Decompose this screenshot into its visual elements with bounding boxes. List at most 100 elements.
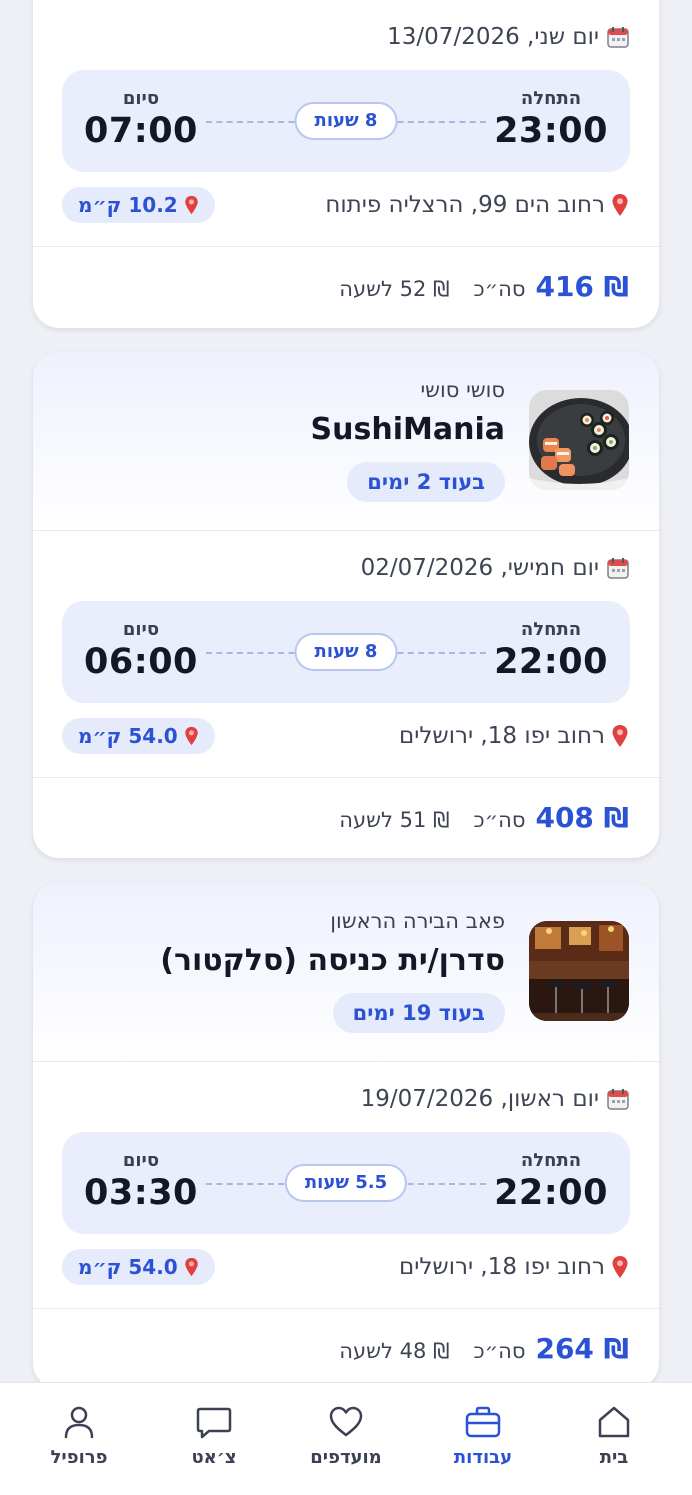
job-card[interactable]: פאב הבירה הראשון סדרן/ית כניסה (סלקטור) … [33, 883, 659, 1389]
job-date: יום חמישי, 02/07/2026 [361, 555, 629, 581]
start-label: התחלה [520, 88, 582, 109]
divider [33, 246, 659, 247]
total-pay: ₪ 264 [535, 1332, 629, 1365]
job-address: רחוב הים 99, הרצליה פיתוח [325, 192, 629, 218]
job-date: יום שני, 13/07/2026 [387, 24, 629, 50]
distance-badge: 10.2 ק״מ [62, 187, 215, 223]
job-card[interactable]: סושי סושי SushiMania בעוד 2 ימים יום חמי… [33, 352, 659, 858]
distance-text: 54.0 ק״מ [78, 1255, 178, 1279]
start-time: 23:00 [494, 111, 608, 151]
location-pin-icon [184, 195, 198, 215]
job-date: יום ראשון, 19/07/2026 [361, 1086, 629, 1112]
pay-summary: ₪ 264 סה״כ ₪ 48 לשעה [339, 1332, 629, 1365]
briefcase-icon [465, 1406, 501, 1438]
job-title: SushiMania [310, 412, 505, 447]
jobs-list[interactable]: יום שני, 13/07/2026 התחלה 23:00 8 שעות ס… [0, 0, 692, 1494]
end-time: 03:30 [84, 1173, 198, 1213]
end-time: 06:00 [84, 642, 198, 682]
job-address-text: רחוב הים 99, הרצליה פיתוח [325, 192, 605, 218]
divider [33, 777, 659, 778]
job-date-text: יום ראשון, 19/07/2026 [360, 1086, 599, 1112]
total-pay: ₪ 408 [535, 801, 629, 834]
pay-summary: ₪ 416 סה״כ ₪ 52 לשעה [339, 270, 629, 303]
end-label: סיום [122, 619, 160, 640]
shift-start: התחלה 23:00 [494, 88, 608, 151]
job-card-header: סושי סושי SushiMania בעוד 2 ימים [33, 352, 659, 531]
start-time: 22:00 [494, 1173, 608, 1213]
shift-time-box: התחלה 22:00 8 שעות סיום 06:00 [62, 601, 630, 703]
job-address-text: רחוב יפו 18, ירושלים [398, 1254, 605, 1280]
location-pin-icon [612, 725, 628, 747]
total-amount: 264 [535, 1332, 594, 1365]
tab-profile[interactable]: פרופיל [19, 1405, 139, 1468]
end-label: סיום [122, 88, 160, 109]
profile-icon [64, 1406, 94, 1439]
total-pay: ₪ 416 [535, 270, 629, 303]
hourly-rate-text: 52 לשעה [339, 277, 427, 301]
total-label: סה״כ [473, 277, 526, 301]
job-address: רחוב יפו 18, ירושלים [399, 1254, 629, 1280]
business-image [529, 390, 629, 490]
divider [33, 1308, 659, 1309]
shift-start: התחלה 22:00 [494, 1150, 608, 1213]
location-pin-icon [184, 1257, 198, 1277]
home-icon [598, 1406, 630, 1438]
shift-start: התחלה 22:00 [494, 619, 608, 682]
tab-label: פרופיל [50, 1447, 108, 1468]
job-card-header: פאב הבירה הראשון סדרן/ית כניסה (סלקטור) … [33, 883, 659, 1062]
shift-end: סיום 07:00 [84, 88, 198, 151]
days-until-badge: בעוד 19 ימים [332, 993, 505, 1033]
hourly-rate: ₪ 52 לשעה [339, 277, 449, 301]
location-pin-icon [184, 726, 198, 746]
job-card[interactable]: יום שני, 13/07/2026 התחלה 23:00 8 שעות ס… [33, 0, 659, 328]
calendar-icon [607, 558, 629, 579]
calendar-icon [607, 27, 629, 48]
tab-label: עבודות [453, 1447, 513, 1468]
job-title: סדרן/ית כניסה (סלקטור) [160, 943, 505, 978]
tab-jobs[interactable]: עבודות [423, 1405, 543, 1468]
end-label: סיום [122, 1150, 160, 1171]
total-label: סה״כ [473, 1339, 526, 1363]
currency-symbol: ₪ [603, 801, 629, 834]
shift-time-box: התחלה 22:00 5.5 שעות סיום 03:30 [62, 1132, 630, 1234]
currency-symbol: ₪ [433, 1339, 450, 1363]
shift-end: סיום 03:30 [84, 1150, 198, 1213]
bottom-tab-bar: בית עבודות מועדפים צ׳אט פרופיל [0, 1382, 692, 1495]
shift-duration: 8 שעות [294, 102, 398, 140]
heart-icon [329, 1406, 363, 1437]
calendar-icon [607, 1089, 629, 1110]
tab-favorites[interactable]: מועדפים [286, 1405, 406, 1468]
tab-chat[interactable]: צ׳אט [154, 1405, 274, 1468]
currency-symbol: ₪ [603, 1332, 629, 1365]
shift-end: סיום 06:00 [84, 619, 198, 682]
location-pin-icon [612, 1256, 628, 1278]
job-date-text: יום חמישי, 02/07/2026 [360, 555, 599, 581]
chat-icon [196, 1407, 232, 1439]
tab-label: צ׳אט [191, 1447, 237, 1468]
job-date-text: יום שני, 13/07/2026 [387, 24, 599, 50]
currency-symbol: ₪ [433, 277, 450, 301]
end-time: 07:00 [84, 111, 198, 151]
tab-label: מועדפים [310, 1447, 382, 1468]
location-pin-icon [612, 194, 628, 216]
total-label: סה״כ [473, 808, 526, 832]
hourly-rate: ₪ 51 לשעה [339, 808, 449, 832]
currency-symbol: ₪ [433, 808, 450, 832]
shift-time-box: התחלה 23:00 8 שעות סיום 07:00 [62, 70, 630, 172]
days-until-badge: בעוד 2 ימים [347, 462, 505, 502]
business-image [529, 921, 629, 1021]
start-label: התחלה [520, 619, 582, 640]
start-label: התחלה [520, 1150, 582, 1171]
distance-badge: 54.0 ק״מ [62, 718, 215, 754]
tab-label: בית [599, 1447, 629, 1468]
currency-symbol: ₪ [603, 270, 629, 303]
total-amount: 416 [535, 270, 594, 303]
tab-home[interactable]: בית [554, 1405, 674, 1468]
shift-duration: 5.5 שעות [284, 1164, 408, 1202]
shift-duration: 8 שעות [294, 633, 398, 671]
distance-text: 54.0 ק״מ [78, 724, 178, 748]
hourly-rate-text: 48 לשעה [339, 1339, 427, 1363]
job-address: רחוב יפו 18, ירושלים [399, 723, 629, 749]
hourly-rate-text: 51 לשעה [339, 808, 427, 832]
total-amount: 408 [535, 801, 594, 834]
